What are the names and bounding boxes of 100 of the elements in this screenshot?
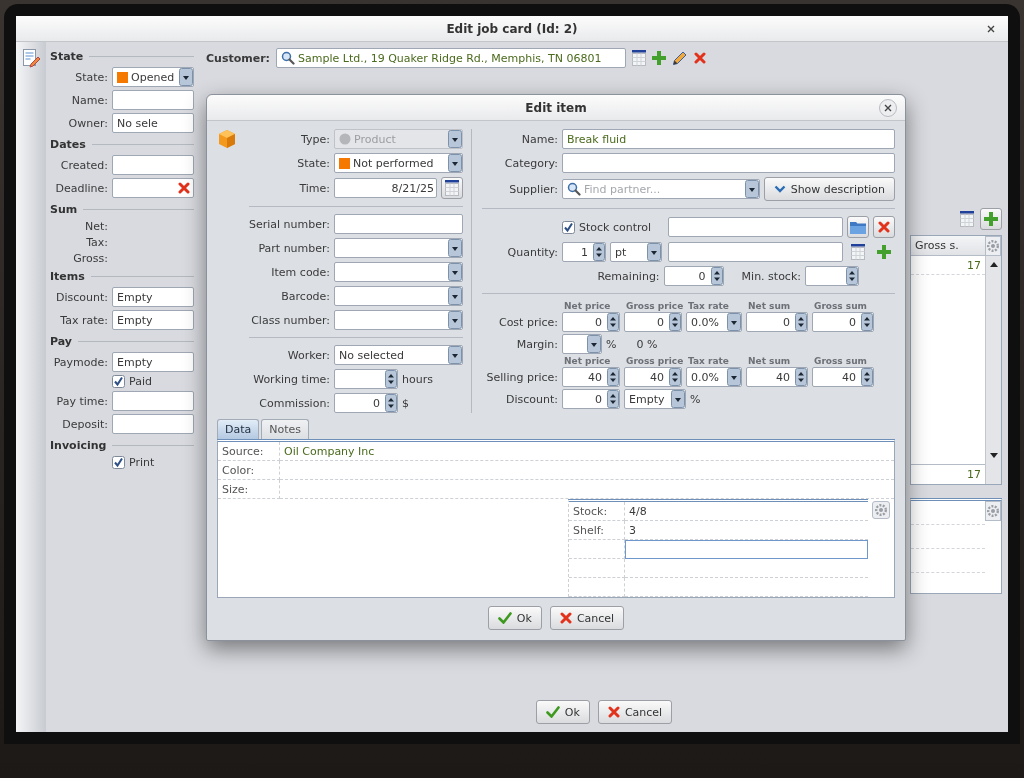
text-field[interactable]: Empty (112, 287, 194, 307)
spinner-icon[interactable] (795, 313, 807, 331)
dropdown[interactable]: Opened (112, 67, 194, 87)
caret-down-icon[interactable] (448, 239, 462, 257)
spinner-icon[interactable] (607, 390, 619, 408)
scrollbar[interactable] (985, 256, 1001, 484)
spinner-icon[interactable] (846, 267, 858, 285)
spin-field[interactable]: 0 (562, 312, 620, 332)
caret-down-icon[interactable] (448, 346, 462, 364)
customer-search-field[interactable]: Sample Ltd., 19 Quaker Ridge Rd., Memphis, TN 06801 (276, 48, 626, 68)
text-field[interactable] (668, 217, 843, 237)
spinner-icon[interactable] (861, 313, 873, 331)
spinner-icon[interactable] (795, 368, 807, 386)
x-mark-icon[interactable] (694, 52, 706, 64)
caret-down-icon[interactable] (727, 313, 741, 331)
spin-field[interactable]: 40 (562, 367, 620, 387)
field-caption: Net price (563, 356, 612, 367)
close-icon (883, 102, 893, 113)
ok-button[interactable]: Ok (535, 700, 590, 724)
spin-field[interactable] (805, 266, 859, 286)
calendar-button[interactable] (441, 177, 463, 199)
caret-down-icon[interactable] (587, 335, 601, 353)
calendar-icon[interactable] (960, 211, 974, 227)
caret-down-icon[interactable] (448, 311, 462, 329)
column-header: Gross s. (911, 236, 985, 256)
text-field[interactable] (562, 153, 895, 173)
spinner-icon[interactable] (710, 267, 723, 285)
caret-down-icon[interactable] (448, 287, 462, 305)
spin-field[interactable]: 40 (624, 367, 682, 387)
spinner-icon[interactable] (593, 243, 605, 261)
text-field[interactable] (112, 90, 194, 110)
spinner-icon[interactable] (669, 368, 681, 386)
text-field[interactable]: Break fluid (562, 129, 895, 149)
spin-field[interactable]: 1 (562, 242, 606, 262)
cancel-button[interactable]: Cancel (549, 606, 625, 630)
pencil-icon[interactable] (672, 50, 688, 66)
checkbox[interactable] (562, 220, 575, 234)
caret-down-icon[interactable] (448, 263, 462, 281)
calendar-icon[interactable] (851, 244, 865, 260)
dropdown[interactable]: 0.0% (686, 312, 742, 332)
calendar-icon[interactable] (632, 50, 646, 66)
field-label: Name: (520, 132, 558, 146)
ok-button[interactable]: Ok (487, 606, 542, 630)
caret-down-icon[interactable] (727, 368, 741, 386)
text-field[interactable] (112, 414, 194, 434)
spin-field[interactable]: 40 (746, 367, 808, 387)
dropdown[interactable]: Not performed (334, 153, 463, 173)
text-field[interactable]: Empty (112, 310, 194, 330)
caret-down-icon[interactable] (179, 68, 193, 86)
caret-down-icon[interactable] (647, 243, 661, 261)
folder-button[interactable] (847, 216, 869, 238)
show-description-button[interactable]: Show description (763, 177, 895, 201)
text-field[interactable]: Empty (112, 352, 194, 372)
spin-field[interactable]: 0 (812, 312, 874, 332)
field-label: Remaining: (597, 269, 660, 283)
cancel-button[interactable]: Cancel (597, 700, 673, 724)
field-label: Serial number: (249, 217, 331, 231)
property-value: Oil Company Inc (280, 442, 894, 461)
dropdown[interactable]: 0.0% (686, 367, 742, 387)
add-button[interactable] (980, 208, 1002, 230)
section-heading: Pay (50, 334, 73, 348)
dropdown[interactable]: Empty (624, 389, 686, 409)
text-field[interactable] (668, 242, 843, 262)
spin-field[interactable] (334, 369, 399, 389)
checkbox-label: Print (129, 456, 155, 469)
caret-down-icon[interactable] (448, 154, 462, 172)
focused-cell[interactable] (625, 540, 868, 559)
remove-button[interactable] (873, 216, 895, 238)
spin-field[interactable]: 40 (812, 367, 874, 387)
spinner-icon[interactable] (669, 313, 681, 331)
text-field[interactable] (112, 155, 194, 175)
field-label: Deadline: (54, 181, 108, 195)
close-button[interactable] (879, 98, 897, 117)
spin-field[interactable]: 0 (663, 266, 724, 286)
dropdown[interactable]: No selected (334, 345, 463, 365)
spin-field[interactable]: 0 (562, 389, 620, 409)
x-mark-icon[interactable] (178, 182, 190, 194)
text-field[interactable] (334, 214, 463, 234)
tab[interactable]: Data (217, 419, 260, 439)
section-heading: Sum (50, 202, 78, 216)
field-label: Net: (84, 220, 108, 233)
spin-field[interactable]: 0 (624, 312, 682, 332)
spinner-icon[interactable] (385, 370, 398, 388)
dropdown[interactable]: pt (610, 242, 662, 262)
text-field[interactable] (112, 178, 194, 198)
text-field[interactable] (112, 391, 194, 411)
tab[interactable]: Notes (261, 419, 310, 439)
spinner-icon[interactable] (385, 394, 398, 412)
field-label: Class number: (250, 313, 331, 327)
text-field[interactable]: No sele (112, 113, 194, 133)
checkbox[interactable] (112, 456, 125, 469)
spinner-icon[interactable] (861, 368, 873, 386)
caret-down-icon[interactable] (671, 390, 685, 408)
spinner-icon[interactable] (607, 313, 619, 331)
date-field[interactable]: 8/21/25 (334, 178, 437, 198)
caret-down-icon[interactable] (744, 180, 759, 198)
spinner-icon[interactable] (607, 368, 619, 386)
spin-field[interactable]: 0 (334, 393, 399, 413)
spin-field[interactable]: 0 (746, 312, 808, 332)
checkbox[interactable] (112, 375, 125, 388)
